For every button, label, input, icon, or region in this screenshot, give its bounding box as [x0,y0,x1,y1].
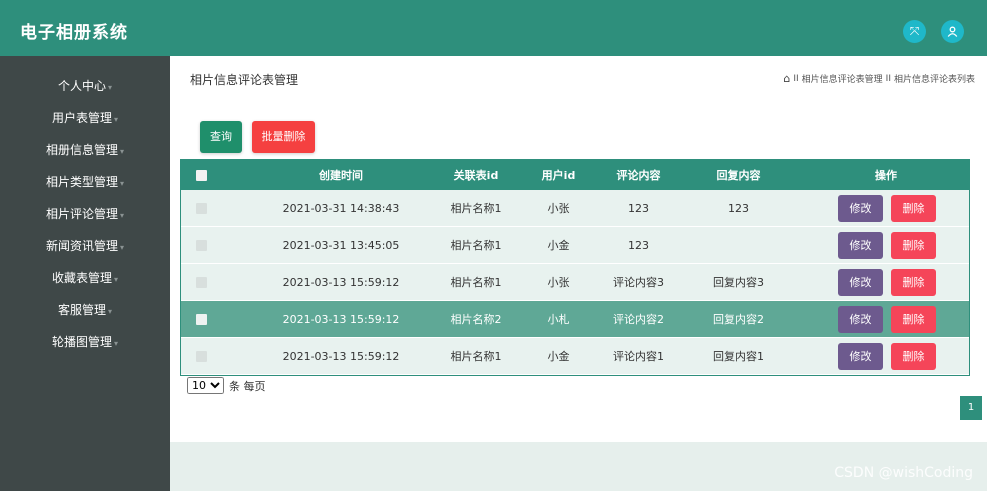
search-button[interactable]: 查询 [200,121,242,153]
breadcrumb-item: 相片信息评论表列表 [893,75,975,85]
expand-icon[interactable]: ⤧ [903,20,926,43]
cell-reply: 回复内容1 [713,350,764,363]
breadcrumb-item[interactable]: 相片信息评论表管理 [802,72,883,85]
chevron-down-icon: ▾ [120,179,125,188]
edit-button[interactable]: 修改 [838,343,883,370]
table-row[interactable]: 2021-03-13 15:59:12 相片名称1 小张 评论内容3 回复内容3 修改 删除 [181,264,969,301]
cell-created-time: 2021-03-13 15:59:12 [282,312,400,326]
row-checkbox[interactable] [191,276,211,289]
breadcrumb-separator: II [885,73,891,84]
top-header: 电子相册系统 ⤧ [0,0,987,56]
cell-created-time: 2021-03-13 15:59:12 [282,275,400,289]
breadcrumb-separator: II [793,73,799,84]
cell-reply: 回复内容2 [713,313,764,326]
watermark: CSDN @wishCoding [834,465,973,481]
cell-user-id: 小张 [547,202,570,215]
table-row[interactable]: 2021-03-31 13:45:05 相片名称1 小金 123 修改 删除 [181,227,969,264]
edit-button[interactable]: 修改 [838,269,883,296]
delete-button[interactable]: 删除 [891,269,936,296]
cell-related-id: 相片名称1 [450,350,502,363]
cell-user-id: 小金 [547,239,570,252]
cell-related-id: 相片名称2 [450,313,502,326]
cell-comment: 123 [628,201,649,215]
chevron-down-icon: ▾ [120,147,125,156]
cell-related-id: 相片名称1 [450,202,502,215]
chevron-down-icon: ▾ [108,307,113,316]
main-content: 相片信息评论表管理 ⌂ II 相片信息评论表管理 II 相片信息评论表列表 查询… [170,56,987,442]
edit-button[interactable]: 修改 [838,232,883,259]
column-header: 操作 [875,169,897,182]
page-size-label: 条 每页 [229,379,266,393]
table-row[interactable]: 2021-03-31 14:38:43 相片名称1 小张 123 123 修改 删除 [181,190,969,227]
cell-comment: 评论内容2 [613,313,664,326]
cell-comment: 评论内容3 [613,276,664,289]
chevron-down-icon: ▾ [108,83,113,92]
table-row[interactable]: 2021-03-13 15:59:12 相片名称2 小札 评论内容2 回复内容2 修改 删除 [181,301,969,338]
chevron-down-icon: ▾ [114,275,119,284]
page-size-select[interactable]: 10 [187,377,224,394]
cell-user-id: 小札 [547,313,570,326]
sidebar-item-personal-center[interactable]: 个人中心 ▾ [0,70,170,102]
row-checkbox[interactable] [191,350,211,363]
cell-related-id: 相片名称1 [450,276,502,289]
delete-button[interactable]: 删除 [891,195,936,222]
column-header[interactable]: 创建时间 [241,167,441,183]
cell-user-id: 小张 [547,276,570,289]
home-icon[interactable]: ⌂ [783,72,790,85]
row-checkbox[interactable] [191,239,211,252]
user-icon[interactable] [941,20,964,43]
sidebar-item-photo-comments[interactable]: 相片评论管理 ▾ [0,198,170,230]
sidebar-item-users[interactable]: 用户表管理 ▾ [0,102,170,134]
sidebar-item-photo-types[interactable]: 相片类型管理 ▾ [0,166,170,198]
cell-reply: 回复内容3 [713,276,764,289]
sidebar-item-customer-service[interactable]: 客服管理 ▾ [0,294,170,326]
cell-created-time: 2021-03-13 15:59:12 [282,349,400,363]
row-checkbox[interactable] [191,313,211,326]
row-checkbox[interactable] [191,202,211,215]
chevron-down-icon: ▾ [114,115,119,124]
chevron-down-icon: ▾ [120,243,125,252]
breadcrumb: ⌂ II 相片信息评论表管理 II 相片信息评论表列表 [783,72,975,85]
chevron-down-icon: ▾ [114,339,119,348]
chevron-down-icon: ▾ [120,211,125,220]
cell-comment: 123 [628,238,649,252]
delete-button[interactable]: 删除 [891,232,936,259]
batch-delete-button[interactable]: 批量删除 [252,121,315,153]
sidebar: 个人中心 ▾ 用户表管理 ▾ 相册信息管理 ▾ 相片类型管理 ▾ 相片评论管理 ▾ 新闻资… [0,56,170,491]
page-size-control: 10 条 每页 [187,377,266,394]
cell-related-id: 相片名称1 [450,239,502,252]
cell-created-time: 2021-03-31 14:38:43 [282,201,400,215]
cell-created-time: 2021-03-31 13:45:05 [282,238,400,252]
sidebar-item-favorites[interactable]: 收藏表管理 ▾ [0,262,170,294]
sidebar-item-albums[interactable]: 相册信息管理 ▾ [0,134,170,166]
edit-button[interactable]: 修改 [838,195,883,222]
cell-user-id: 小金 [547,350,570,363]
app-title: 电子相册系统 [20,23,128,43]
page-title: 相片信息评论表管理 [190,73,299,87]
comments-table: 创建时间 关联表id 用户id 评论内容 回复内容 操作 2021-03-31 … [180,159,970,376]
sidebar-item-news[interactable]: 新闻资讯管理 ▾ [0,230,170,262]
column-header[interactable]: 用户id [526,167,591,183]
edit-button[interactable]: 修改 [838,306,883,333]
column-header[interactable]: 评论内容 [591,167,686,183]
column-header[interactable]: 回复内容 [686,167,791,183]
page-button[interactable]: 1 [960,396,982,420]
table-row[interactable]: 2021-03-13 15:59:12 相片名称1 小金 评论内容1 回复内容1 修改 删除 [181,338,969,375]
delete-button[interactable]: 删除 [891,343,936,370]
sidebar-item-carousel[interactable]: 轮播图管理 ▾ [0,326,170,358]
cell-reply: 123 [728,201,749,215]
delete-button[interactable]: 删除 [891,306,936,333]
column-header[interactable]: 关联表id [426,167,526,183]
select-all-checkbox[interactable] [191,169,211,182]
table-header: 创建时间 关联表id 用户id 评论内容 回复内容 操作 [181,160,969,190]
cell-comment: 评论内容1 [613,350,664,363]
